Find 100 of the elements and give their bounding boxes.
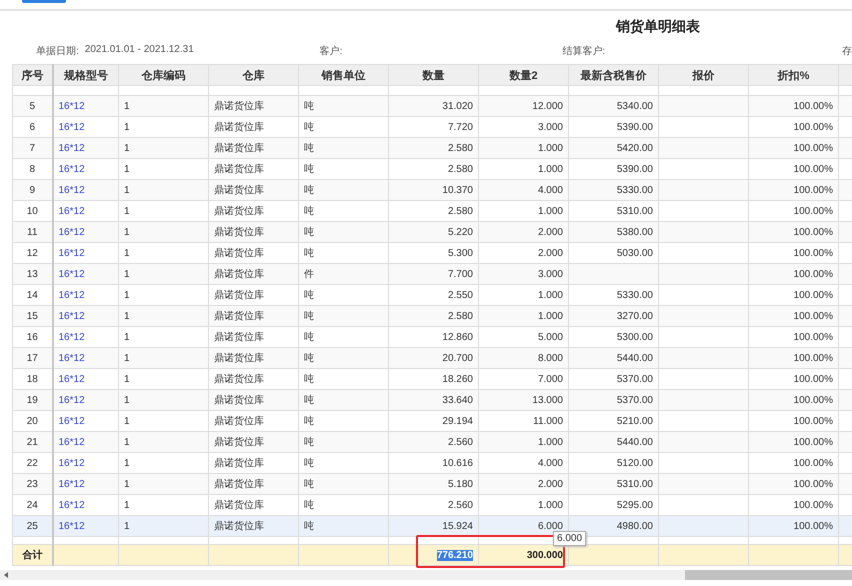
table-cell: 5390.00 bbox=[616, 164, 653, 174]
table-row[interactable]: 21 16*12 1 鼎诺货位库 吨 2.560 1.000 5440.00 100.00% bbox=[12, 432, 852, 452]
column-header[interactable]: 最新含税售价 bbox=[568, 64, 658, 86]
table-cell: 100.00% bbox=[794, 226, 833, 238]
table-cell: 吨 bbox=[304, 374, 314, 385]
table-cell: 吨 bbox=[304, 206, 314, 217]
table-cell: 100.00% bbox=[794, 436, 833, 448]
table-cell: 吨 bbox=[304, 395, 314, 406]
table-cell: 鼎诺货位库 bbox=[214, 353, 264, 364]
table-cell: 25 bbox=[26, 520, 38, 532]
table-cell: 5330.00 bbox=[616, 290, 653, 300]
column-header[interactable]: 数量 bbox=[388, 64, 478, 86]
report-title: 销货单明细表 bbox=[614, 17, 701, 36]
table-cell: 1 bbox=[124, 122, 130, 132]
column-header[interactable]: 销售单位 bbox=[298, 64, 388, 86]
column-header[interactable]: 序号 bbox=[12, 64, 52, 86]
column-header[interactable]: 数量2 bbox=[478, 64, 568, 86]
table-cell: 5330.00 bbox=[616, 184, 653, 196]
table-row[interactable]: 15 16*12 1 鼎诺货位库 吨 2.580 1.000 3270.00 100.00% bbox=[12, 306, 852, 326]
table-cell: 吨 bbox=[304, 248, 314, 259]
table-cell: 鼎诺货位库 bbox=[214, 101, 264, 112]
table-cell: 2.000 bbox=[538, 226, 563, 238]
table-cell: 吨 bbox=[304, 458, 314, 469]
table-cell: 1 bbox=[124, 520, 130, 532]
column-header[interactable]: 规格型号 bbox=[52, 64, 118, 86]
table-cell: 4.000 bbox=[538, 458, 563, 468]
table-cell: 1 bbox=[124, 268, 130, 280]
table-cell: 吨 bbox=[304, 227, 314, 238]
table-cell: 100.00% bbox=[794, 248, 833, 258]
table-cell: 鼎诺货位库 bbox=[214, 416, 264, 427]
table-cell: 1.000 bbox=[538, 290, 563, 300]
scroll-left-icon[interactable] bbox=[4, 572, 8, 578]
table-cell: 11.000 bbox=[533, 416, 563, 426]
column-header[interactable]: 仓库编码 bbox=[118, 64, 208, 86]
table-cell: 1.000 bbox=[538, 310, 563, 322]
table-cell: 20 bbox=[26, 416, 38, 426]
table-cell: 鼎诺货位库 bbox=[214, 290, 264, 301]
table-row[interactable]: 7 16*12 1 鼎诺货位库 吨 2.580 1.000 5420.00 100.00% bbox=[12, 138, 852, 158]
filter-label: 存 bbox=[842, 44, 852, 58]
table-row[interactable]: 13 16*12 1 鼎诺货位库 件 7.700 3.000 100.00% bbox=[12, 264, 852, 284]
table-cell: 鼎诺货位库 bbox=[214, 311, 264, 322]
table-cell: 鼎诺货位库 bbox=[214, 521, 264, 532]
table-cell: 1.000 bbox=[538, 206, 563, 216]
column-header[interactable]: 仓库 bbox=[208, 64, 298, 86]
table-cell: 100.00% bbox=[794, 458, 833, 468]
table-cell: 鼎诺货位库 bbox=[214, 164, 264, 175]
table-cell: 2.560 bbox=[448, 436, 473, 448]
table-row[interactable]: 11 16*12 1 鼎诺货位库 吨 5.220 2.000 5380.00 100.00% bbox=[12, 222, 852, 242]
table-cell: 2.580 bbox=[448, 142, 473, 154]
table-cell: 8 bbox=[29, 164, 36, 174]
table-cell: 5380.00 bbox=[616, 226, 653, 238]
table-cell: 100.00% bbox=[794, 374, 833, 384]
horizontal-scrollbar[interactable] bbox=[0, 570, 852, 580]
filter-label: 客户: bbox=[320, 44, 342, 58]
table-cell: 100.00% bbox=[794, 184, 833, 196]
table-cell: 1.000 bbox=[538, 142, 563, 154]
table-cell: 16 bbox=[26, 332, 38, 342]
table-cell: 100.00% bbox=[794, 478, 833, 490]
table-cell: 吨 bbox=[304, 311, 314, 322]
table-cell: 1.000 bbox=[538, 436, 563, 448]
table-cell: 13 bbox=[26, 268, 38, 280]
table-cell: 1 bbox=[124, 310, 130, 322]
table-cell: 10 bbox=[26, 206, 38, 216]
table-cell: 吨 bbox=[304, 143, 314, 154]
table-cell: 7.700 bbox=[448, 268, 473, 280]
column-header[interactable]: 报价 bbox=[658, 64, 748, 86]
table-cell: 5.300 bbox=[448, 248, 473, 258]
table-cell: 7.000 bbox=[538, 374, 563, 384]
table-cell: 5295.00 bbox=[616, 500, 653, 510]
table-cell: 10.370 bbox=[442, 184, 473, 196]
table-row[interactable]: 5 16*12 1 鼎诺货位库 吨 31.020 12.000 5340.00 100.00% bbox=[12, 96, 852, 116]
table-cell: 5.000 bbox=[538, 332, 563, 342]
table-cell: 21 bbox=[26, 436, 38, 448]
table-cell: 13.000 bbox=[532, 394, 563, 406]
table-row[interactable]: 9 16*12 1 鼎诺货位库 吨 10.370 4.000 5330.00 100.00% bbox=[12, 180, 852, 200]
table-cell: 1 bbox=[124, 394, 130, 406]
table-cell: 5 bbox=[29, 100, 36, 112]
table-cell: 5030.00 bbox=[616, 248, 653, 258]
table-cell: 19 bbox=[26, 394, 38, 406]
table-cell: 1 bbox=[124, 100, 130, 112]
table-cell: 31.020 bbox=[442, 100, 473, 112]
total-label: 合计 bbox=[22, 550, 42, 561]
table-cell: 100.00% bbox=[794, 268, 833, 280]
table-row[interactable]: 19 16*12 1 鼎诺货位库 吨 33.640 13.000 5370.00 100.00% bbox=[12, 390, 852, 410]
table-cell: 鼎诺货位库 bbox=[214, 374, 264, 385]
table-cell: 100.00% bbox=[794, 206, 833, 216]
toolbar-button[interactable] bbox=[22, 0, 66, 3]
table-cell: 吨 bbox=[304, 416, 314, 427]
table-cell: 2.550 bbox=[448, 290, 473, 300]
table-cell: 24 bbox=[26, 500, 38, 510]
table-cell: 鼎诺货位库 bbox=[214, 206, 264, 217]
column-header[interactable]: 折扣% bbox=[748, 64, 838, 86]
table-cell: 12 bbox=[26, 248, 38, 258]
table-row[interactable]: 17 16*12 1 鼎诺货位库 吨 20.700 8.000 5440.00 100.00% bbox=[12, 348, 852, 368]
table-row[interactable]: 23 16*12 1 鼎诺货位库 吨 5.180 2.000 5310.00 100.00% bbox=[12, 474, 852, 494]
table-cell: 鼎诺货位库 bbox=[214, 185, 264, 196]
table-cell: 100.00% bbox=[794, 100, 833, 112]
table-cell: 1 bbox=[124, 500, 130, 510]
scroll-thumb[interactable] bbox=[685, 570, 852, 580]
table-cell: 1 bbox=[124, 206, 130, 216]
